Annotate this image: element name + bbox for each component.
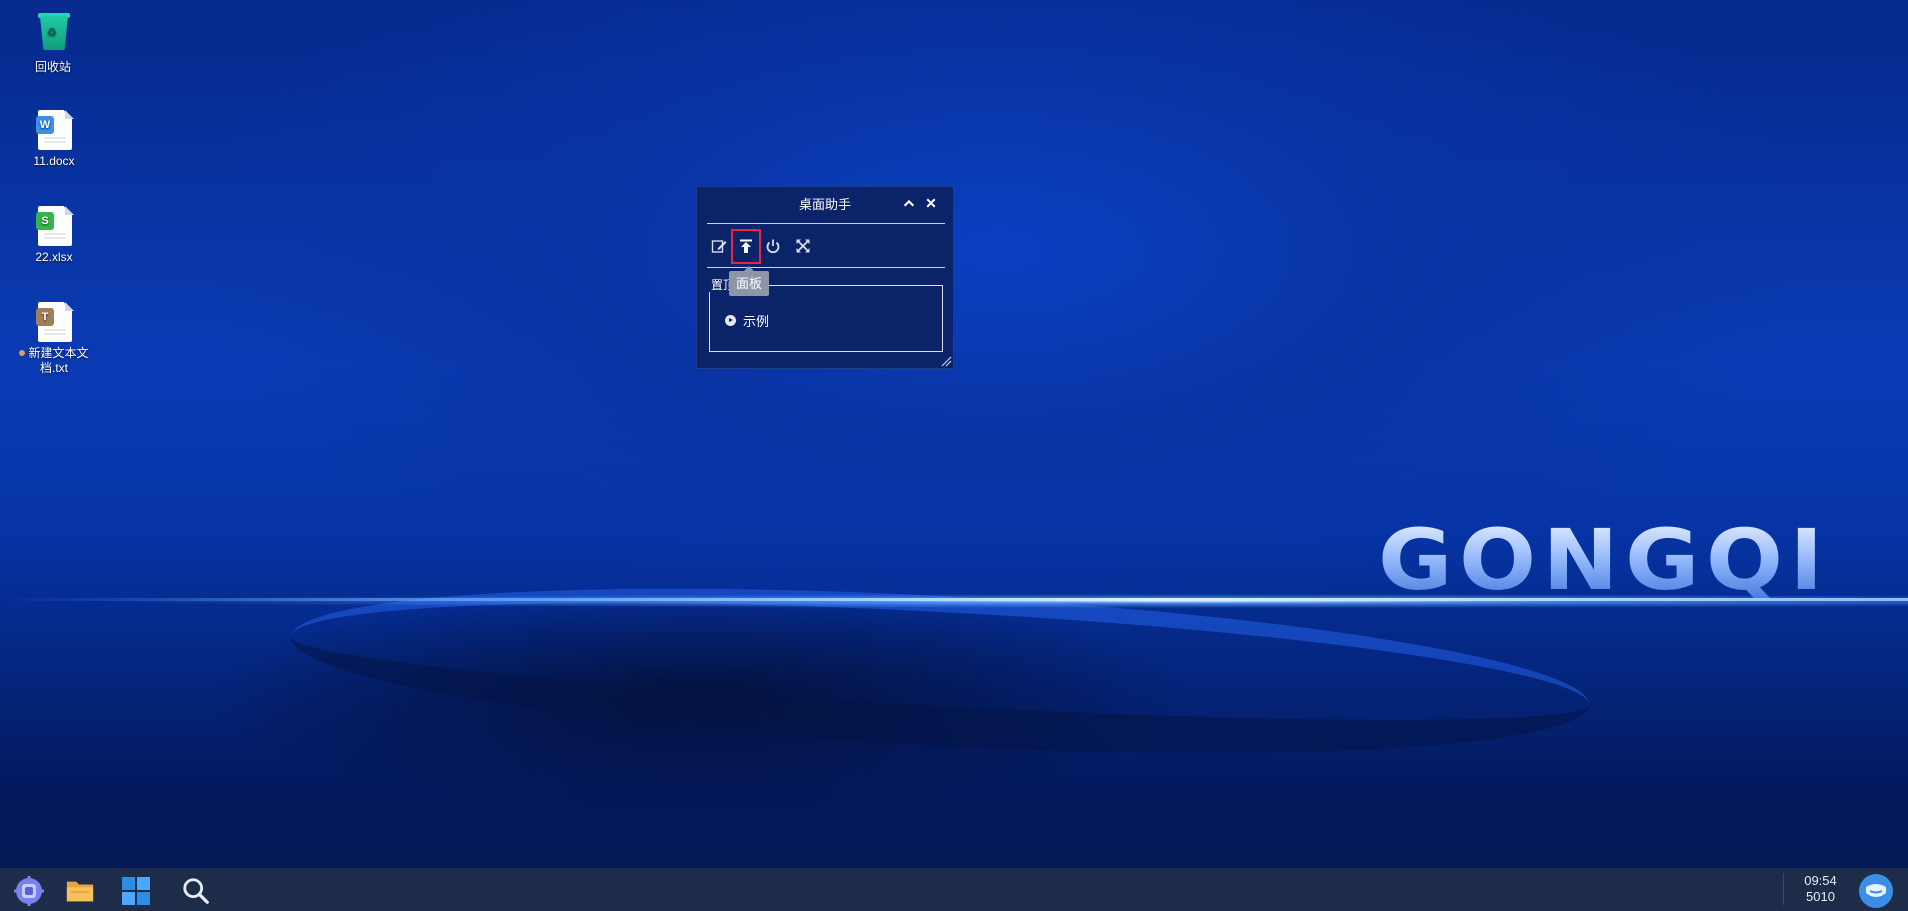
desktop-icon-label: 新建文本文档.txt [14, 346, 94, 376]
desktop-icon-label: 22.xlsx [35, 250, 73, 264]
desktop-icon-recycle-bin[interactable]: ♻ 回收站 [13, 13, 93, 75]
chevron-up-icon [903, 199, 915, 207]
clock-time: 09:54 [1804, 873, 1837, 888]
collapse-button[interactable] [901, 197, 917, 213]
desktop-icon-label: 11.docx [33, 154, 75, 168]
recycle-bin-icon: ♻ [35, 13, 71, 56]
fullscreen-button[interactable] [792, 235, 814, 257]
list-item-example[interactable]: 示例 [725, 311, 769, 330]
desktop-icon-excel-doc[interactable]: S 22.xlsx [14, 206, 94, 265]
fullscreen-icon [796, 239, 810, 253]
app-grid-button[interactable] [118, 874, 154, 908]
desktop-icon-text-doc[interactable]: T 新建文本文档.txt [14, 302, 94, 376]
text-doc-icon: T [36, 302, 74, 342]
power-icon [766, 239, 780, 254]
excel-doc-icon: S [36, 206, 74, 246]
toolbar-divider [707, 267, 945, 268]
desktop-icon-label: 回收站 [34, 60, 71, 74]
title-divider [707, 223, 945, 224]
taskbar: 09:54 5010 [0, 868, 1908, 911]
power-button[interactable] [762, 235, 784, 257]
edit-button[interactable] [708, 235, 730, 257]
close-button[interactable] [923, 197, 939, 213]
close-icon [926, 198, 936, 208]
start-menu-button[interactable] [11, 874, 47, 908]
play-circle-icon [725, 315, 736, 326]
file-manager-button[interactable] [62, 874, 98, 908]
search-button[interactable] [178, 874, 214, 908]
desktop-icon-word-doc[interactable]: W 11.docx [14, 110, 94, 169]
pin-top-icon [740, 239, 752, 253]
file-manager-icon [66, 881, 94, 902]
wallpaper-brand-logo: GONGQI [1378, 518, 1896, 602]
clock-sub: 5010 [1806, 889, 1835, 904]
resize-grip-icon[interactable] [940, 355, 952, 367]
edit-icon [711, 240, 727, 253]
search-icon [183, 878, 209, 904]
pin-top-button[interactable] [735, 235, 757, 257]
tooltip: 面板 [729, 266, 770, 296]
system-clock[interactable]: 09:54 5010 [1783, 873, 1857, 905]
modified-dot [19, 350, 26, 356]
start-menu-icon [14, 876, 44, 906]
word-doc-icon: W [36, 110, 74, 150]
app-grid-icon [122, 877, 150, 905]
notification-button[interactable] [1858, 873, 1894, 909]
list-item-label: 示例 [743, 314, 770, 329]
